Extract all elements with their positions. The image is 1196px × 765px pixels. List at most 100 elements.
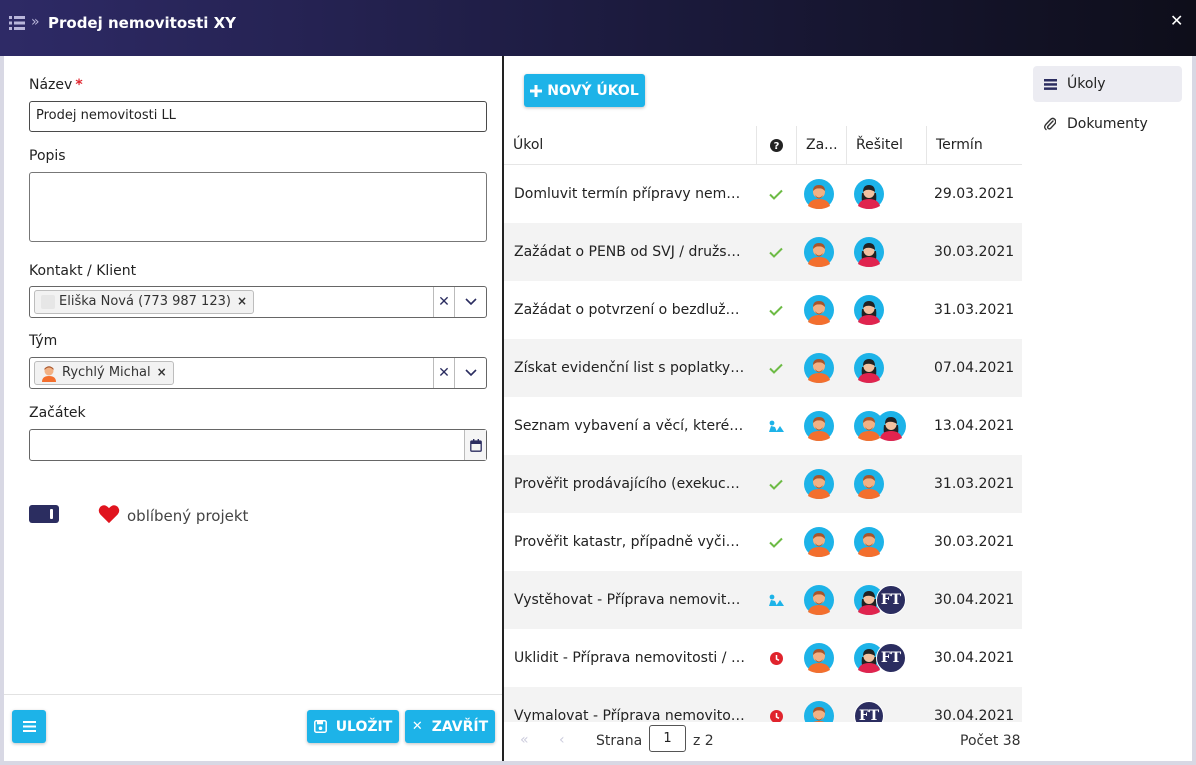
close-button-label: ZAVŘÍT bbox=[431, 718, 489, 735]
name-label: Název * bbox=[29, 77, 83, 93]
table-row[interactable]: Zažádat o potvrzení o bezdlužnosti 31.03.… bbox=[504, 281, 1022, 339]
start-date-input[interactable] bbox=[29, 429, 487, 461]
avatar-man bbox=[804, 295, 834, 325]
window-title: Prodej nemovitosti XY bbox=[48, 14, 237, 32]
col-status[interactable]: ? bbox=[757, 126, 797, 165]
table-row[interactable]: Zažádat o PENB od SVJ / družstva 30.03.20… bbox=[504, 223, 1022, 281]
menu-button[interactable] bbox=[12, 710, 46, 743]
list-icon[interactable] bbox=[9, 16, 25, 30]
task-deadline: 30.04.2021 bbox=[934, 650, 1015, 666]
chevron-down-icon[interactable] bbox=[456, 358, 486, 388]
contact-chip: Eliška Nová (773 987 123) × bbox=[34, 290, 254, 314]
check-icon bbox=[769, 305, 783, 316]
task-assignee bbox=[804, 397, 838, 455]
avatar-man bbox=[854, 469, 884, 499]
svg-text:?: ? bbox=[774, 141, 780, 152]
description-textarea[interactable] bbox=[29, 172, 487, 242]
task-assignee bbox=[804, 165, 838, 223]
close-button[interactable]: ✕ ZAVŘÍT bbox=[405, 710, 495, 743]
question-icon: ? bbox=[770, 139, 783, 152]
chevron-down-icon[interactable] bbox=[456, 287, 486, 317]
page-input[interactable]: 1 bbox=[649, 725, 686, 752]
task-assignee bbox=[804, 339, 838, 397]
first-page-icon[interactable]: « bbox=[520, 732, 529, 748]
close-icon[interactable]: ✕ bbox=[1170, 11, 1183, 30]
tasks-list-icon bbox=[1043, 77, 1057, 91]
avatar-ft: FT bbox=[876, 643, 906, 673]
task-deadline: 30.04.2021 bbox=[934, 592, 1015, 608]
contact-select[interactable]: Eliška Nová (773 987 123) × ✕ bbox=[29, 286, 487, 318]
new-task-button[interactable]: NOVÝ ÚKOL bbox=[524, 74, 645, 107]
heart-icon bbox=[98, 505, 120, 524]
avatar-man bbox=[804, 527, 834, 557]
task-name: Prověřit katastr, případně vyčistit bbox=[514, 534, 746, 550]
worker-icon bbox=[769, 594, 784, 606]
col-deadline[interactable]: Termín bbox=[927, 126, 1022, 165]
name-input[interactable]: Prodej nemovitosti LL bbox=[29, 101, 487, 132]
prev-page-icon[interactable]: ‹ bbox=[559, 732, 565, 748]
start-label: Začátek bbox=[29, 405, 86, 421]
check-icon bbox=[769, 537, 783, 548]
avatar-woman bbox=[854, 295, 884, 325]
table-row[interactable]: Prověřit prodávajícího (exekuce, SVJ) 31.… bbox=[504, 455, 1022, 513]
task-deadline: 07.04.2021 bbox=[934, 360, 1015, 376]
task-assignee bbox=[804, 281, 838, 339]
table-row[interactable]: Získat evidenční list s poplatky za byt 0… bbox=[504, 339, 1022, 397]
worker-icon bbox=[769, 420, 784, 432]
contact-avatar-icon bbox=[41, 295, 55, 309]
task-solvers bbox=[854, 165, 926, 223]
task-assignee bbox=[804, 513, 838, 571]
pagination: « ‹ Strana 1 z 2 Počet 38 bbox=[504, 722, 1022, 761]
avatar-woman bbox=[854, 353, 884, 383]
side-item-documents[interactable]: Dokumenty bbox=[1033, 106, 1182, 142]
task-solvers bbox=[854, 397, 926, 455]
window-titlebar: » Prodej nemovitosti XY ✕ bbox=[0, 0, 1196, 56]
task-status bbox=[756, 281, 796, 339]
avatar-man bbox=[804, 411, 834, 441]
favorite-toggle[interactable] bbox=[29, 505, 59, 523]
clear-icon[interactable]: ✕ bbox=[433, 358, 455, 388]
avatar-woman bbox=[854, 179, 884, 209]
side-nav: Úkoly Dokumenty bbox=[1022, 56, 1192, 761]
floppy-icon bbox=[313, 720, 327, 733]
col-assignee[interactable]: Za... bbox=[797, 126, 847, 165]
avatar-man bbox=[804, 469, 834, 499]
col-solver[interactable]: Řešitel bbox=[847, 126, 927, 165]
table-row[interactable]: Uklidit - Příprava nemovitosti / Home st… bbox=[504, 629, 1022, 687]
save-button[interactable]: ULOŽIT bbox=[307, 710, 399, 743]
remove-chip-icon[interactable]: × bbox=[237, 294, 247, 308]
task-assignee bbox=[804, 223, 838, 281]
remove-chip-icon[interactable]: × bbox=[157, 365, 167, 379]
avatar-ft: FT bbox=[876, 585, 906, 615]
side-item-tasks[interactable]: Úkoly bbox=[1033, 66, 1182, 102]
table-header: Úkol ? Za... Řešitel Termín bbox=[504, 126, 1022, 165]
clock-icon bbox=[769, 651, 783, 665]
clear-icon[interactable]: ✕ bbox=[433, 287, 455, 317]
task-status bbox=[756, 629, 796, 687]
task-assignee bbox=[804, 455, 838, 513]
task-solvers bbox=[854, 513, 926, 571]
page-total: z 2 bbox=[693, 733, 714, 749]
avatar-man bbox=[804, 585, 834, 615]
table-row[interactable]: Domluvit termín přípravy nemovitosti 29.0… bbox=[504, 165, 1022, 223]
page-label: Strana bbox=[596, 733, 643, 749]
col-task[interactable]: Úkol bbox=[504, 126, 757, 165]
new-task-label: NOVÝ ÚKOL bbox=[547, 82, 639, 99]
task-deadline: 31.03.2021 bbox=[934, 476, 1015, 492]
paperclip-icon bbox=[1043, 117, 1057, 131]
avatar-woman bbox=[854, 237, 884, 267]
task-assignee bbox=[804, 571, 838, 629]
avatar-man bbox=[804, 179, 834, 209]
table-row[interactable]: Prověřit katastr, případně vyčistit 30.03… bbox=[504, 513, 1022, 571]
calendar-icon[interactable] bbox=[464, 430, 486, 460]
task-deadline: 30.03.2021 bbox=[934, 534, 1015, 550]
side-item-documents-label: Dokumenty bbox=[1067, 116, 1148, 132]
favorite-label: oblíbený projekt bbox=[127, 507, 249, 525]
team-select[interactable]: Rychlý Michal × ✕ bbox=[29, 357, 487, 389]
task-deadline: 13.04.2021 bbox=[934, 418, 1015, 434]
table-row[interactable]: Seznam vybavení a věcí, které zůstanou 13… bbox=[504, 397, 1022, 455]
table-row[interactable]: Vystěhovat - Příprava nemovitosti FT 30.04… bbox=[504, 571, 1022, 629]
task-name: Zažádat o potvrzení o bezdlužnosti bbox=[514, 302, 746, 318]
task-solvers bbox=[854, 281, 926, 339]
task-name: Domluvit termín přípravy nemovitosti bbox=[514, 186, 746, 202]
